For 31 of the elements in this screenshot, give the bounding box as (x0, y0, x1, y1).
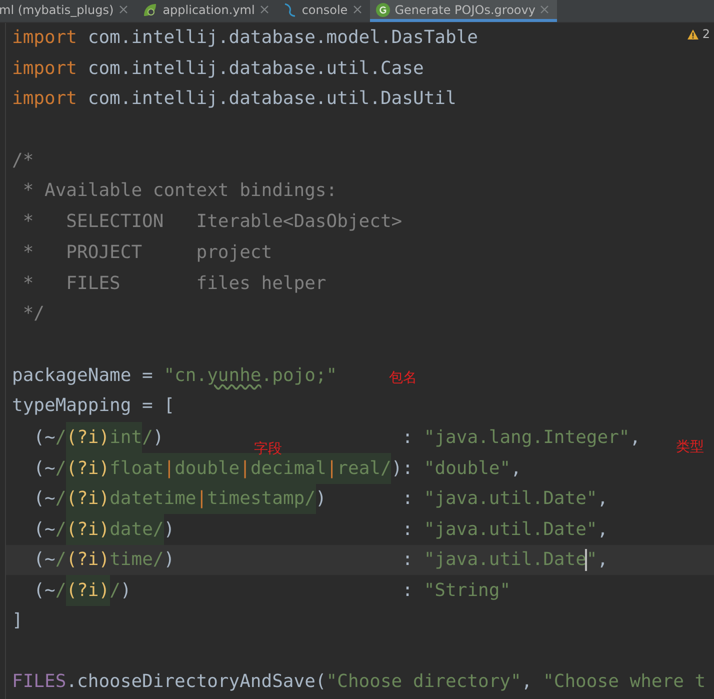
code-line: * PROJECT project (22, 240, 272, 265)
code-line: import com.intellij.database.model.DasTable (11, 26, 478, 50)
close-icon[interactable] (118, 5, 128, 14)
code-line: import com.intellij.database.util.Case (11, 56, 424, 81)
close-icon[interactable] (540, 5, 550, 14)
close-icon[interactable] (260, 5, 269, 14)
code-line: * Available context bindings: (22, 179, 338, 204)
groovy-file-icon (376, 2, 390, 16)
code-line: (~/(?i)datetime|timestamp/) : "java.util.Date", (6, 483, 608, 514)
code-line: FILES.chooseDirectoryAndSave("Choose directory", "Choose where t (11, 670, 706, 694)
annotation-text: 字段 (254, 440, 282, 458)
code-line: (~/(?i)/) : "String" (6, 575, 511, 606)
code-line: ] (11, 609, 23, 634)
code-line: typeMapping = [ (11, 394, 175, 418)
code-line: */ (22, 302, 45, 326)
annotation-text: 包名 (389, 369, 417, 387)
code-line: (~/(?i)date/) : "java.util.Date", (6, 514, 608, 545)
code-line: packageName = "cn.yunhe.pojo;" (11, 364, 338, 388)
editor-tab[interactable]: application.yml (136, 0, 277, 22)
code-line: import com.intellij.database.util.DasUtil (11, 87, 456, 112)
editor-tab[interactable]: ml (mybatis_plugs) (0, 0, 136, 22)
close-icon[interactable] (352, 5, 362, 14)
warning-icon[interactable] (687, 28, 700, 40)
code-line: * FILES files helper (22, 272, 326, 296)
annotation-text: 类型 (676, 438, 704, 456)
code-line: /* (11, 148, 34, 173)
console-icon (282, 2, 297, 18)
warning-count: 2 (702, 27, 710, 41)
editor-tab[interactable]: Generate POJOs.groovy (370, 0, 558, 22)
editor-tab[interactable]: console (276, 0, 370, 22)
code-line: * SELECTION Iterable<DasObject> (22, 210, 402, 234)
